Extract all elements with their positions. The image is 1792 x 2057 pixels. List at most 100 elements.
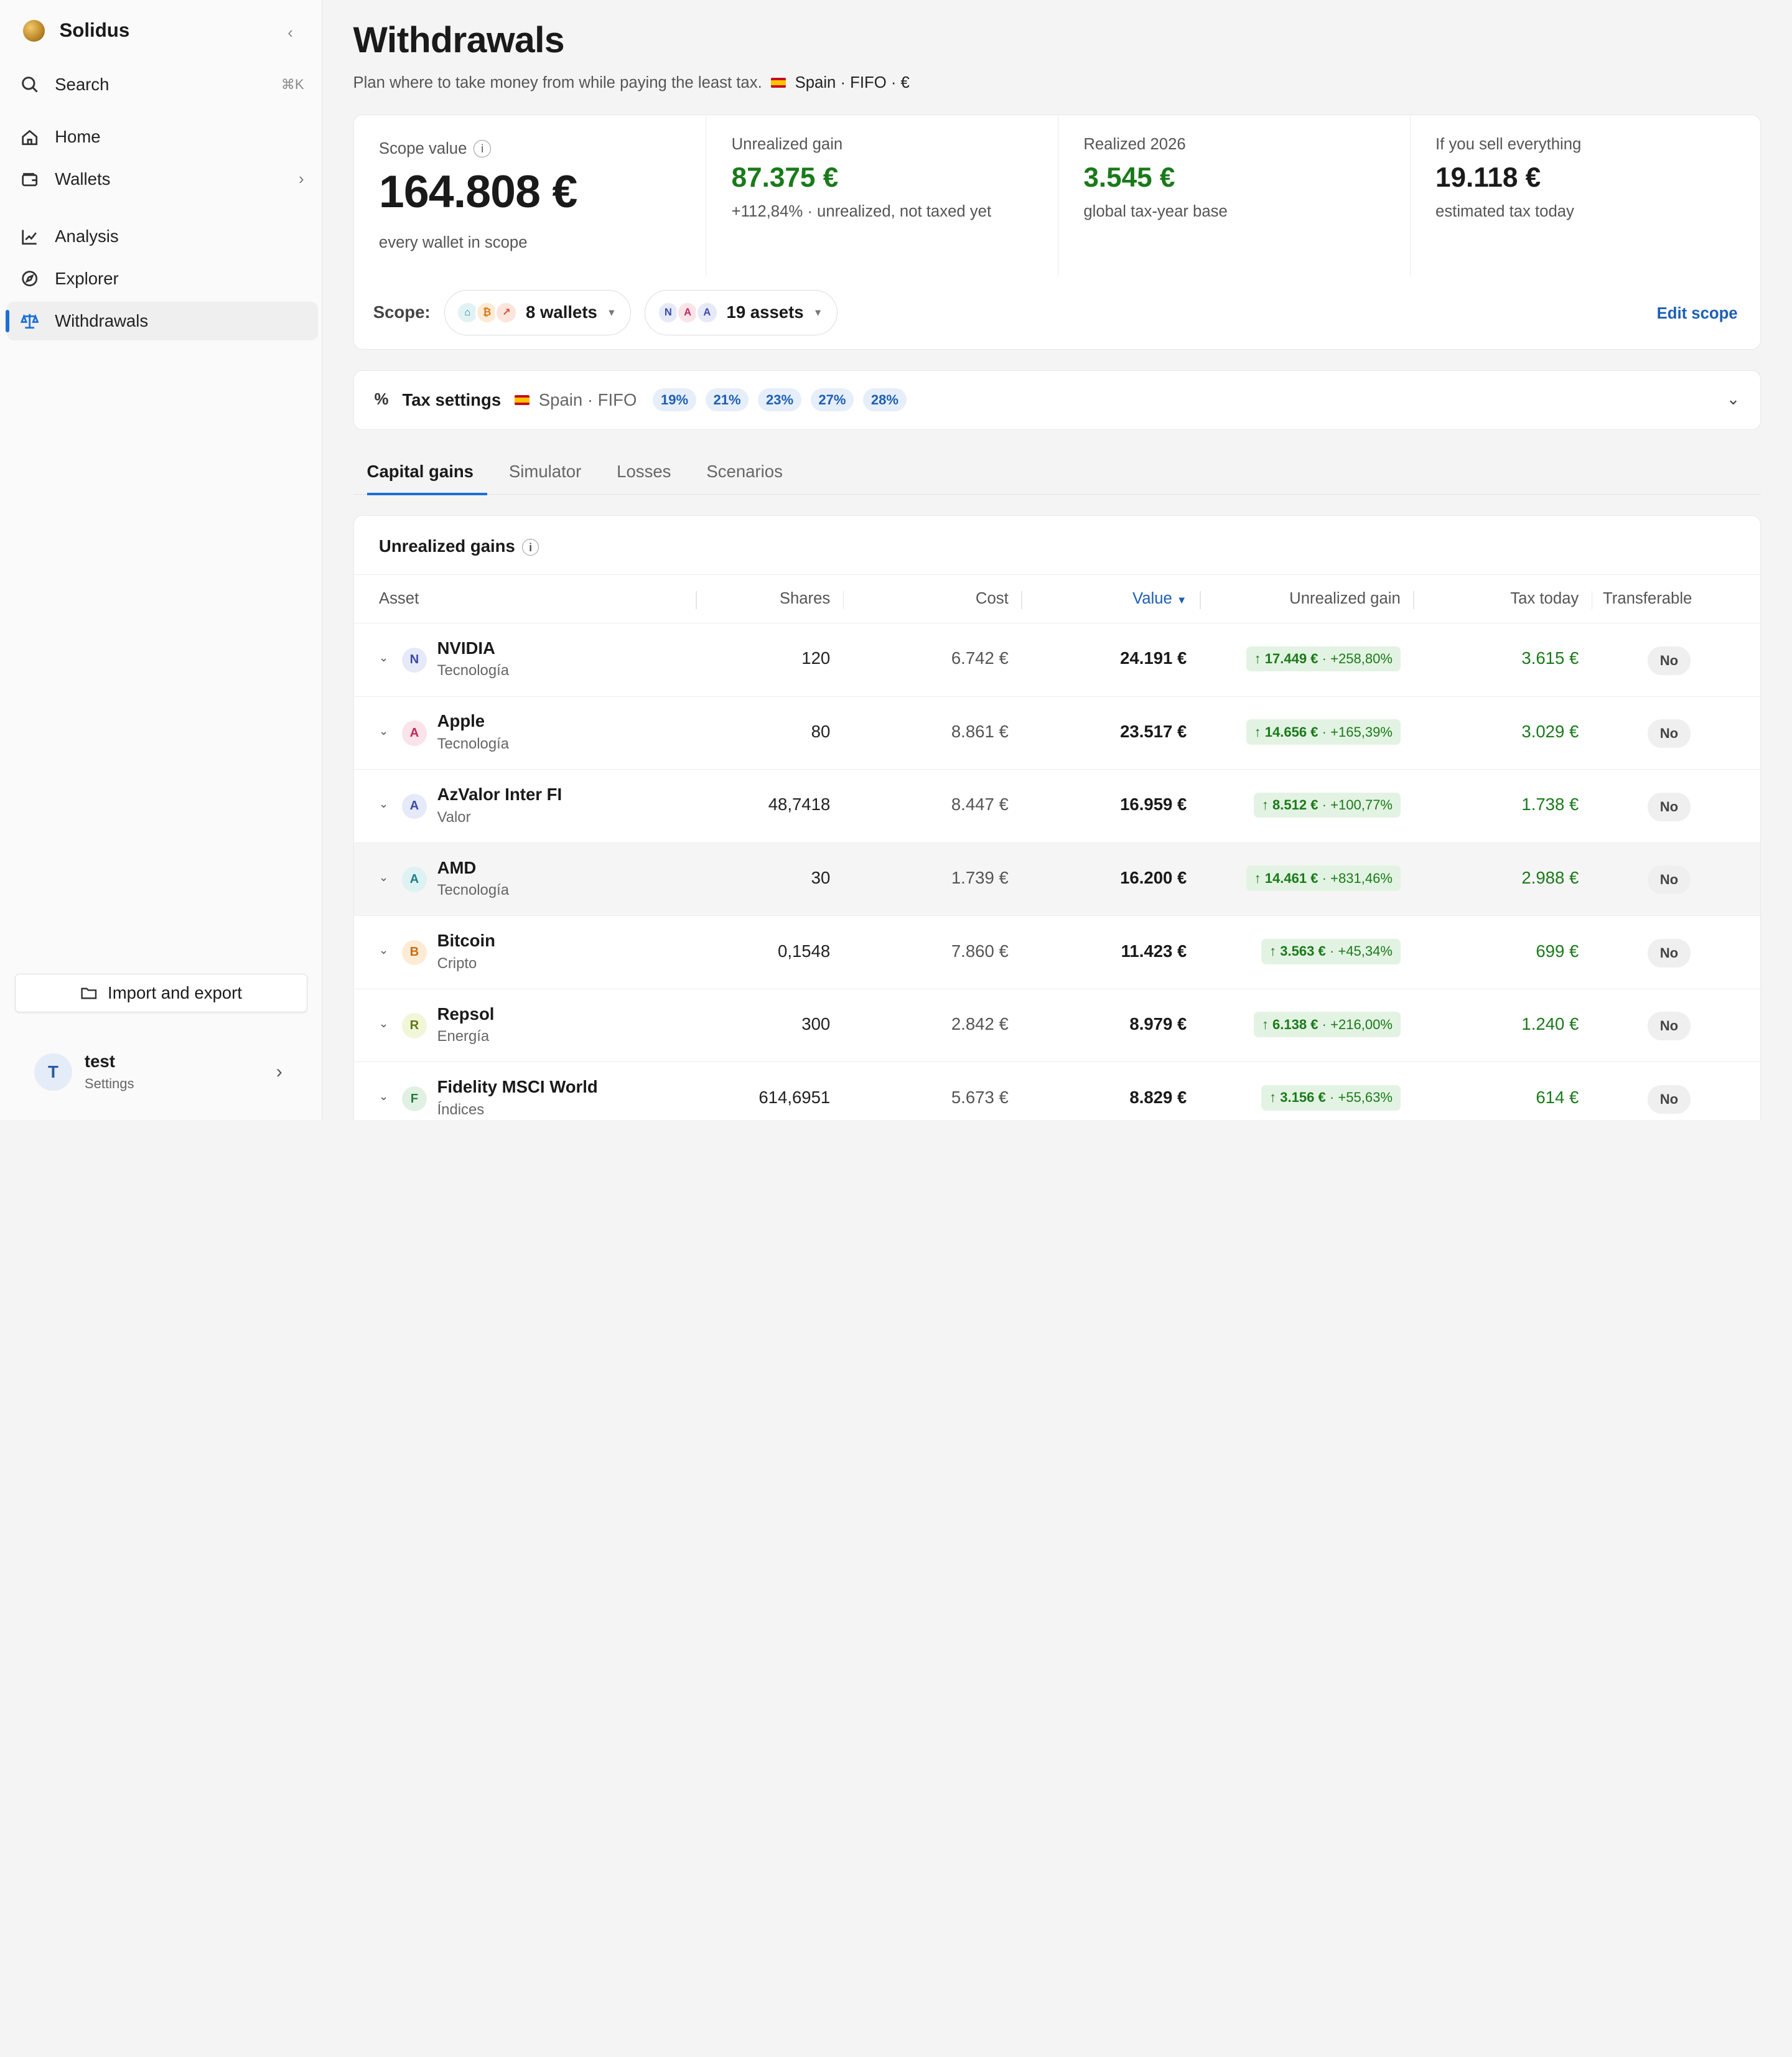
tax-rate-badge: 21% <box>705 388 749 412</box>
transferable-badge: No <box>1647 1012 1691 1041</box>
column-header-value[interactable]: Value ▼ <box>1132 590 1187 608</box>
collapse-sidebar-icon[interactable]: ‹ <box>280 23 301 44</box>
column-header-transferable[interactable]: Transferable <box>1603 590 1692 608</box>
subtitle-text: Plan where to take money from while payi… <box>353 74 762 92</box>
sell-everything-stat: If you sell everything 19.118 € estimate… <box>1409 114 1762 278</box>
cost-cell: 8.861 € <box>951 721 1009 741</box>
sidebar-item-home[interactable]: Home <box>7 118 318 156</box>
tab-scenarios[interactable]: Scenarios <box>693 448 796 494</box>
unrealized-gain-chip: ↑ 17.449 € · +258,80% <box>1246 646 1401 672</box>
unrealized-gain-chip: ↑ 6.138 € · +216,00% <box>1254 1012 1401 1038</box>
sidebar-item-explorer[interactable]: Explorer <box>7 259 318 298</box>
chevron-down-icon[interactable]: ⌄ <box>1727 390 1740 409</box>
sidebar-item-withdrawals[interactable]: Withdrawals <box>6 301 318 341</box>
sidebar-item-label: Home <box>55 127 101 147</box>
transferable-badge: No <box>1647 792 1691 821</box>
chevron-right-icon: › <box>299 170 304 188</box>
asset-badge: A <box>401 867 427 892</box>
sidebar-item-search[interactable]: Search ⌘K <box>7 65 318 104</box>
table-row[interactable]: ⌄ A AMD Tecnología 30 1.739 € 16.200 € ↑… <box>353 842 1761 917</box>
sort-desc-icon: ▼ <box>1176 594 1187 606</box>
asset-name: AMD <box>437 857 477 877</box>
info-icon[interactable]: i <box>474 140 491 158</box>
brand-logo-icon <box>22 19 45 42</box>
chevron-down-icon[interactable]: ⌄ <box>379 870 388 884</box>
asset-category: Cripto <box>437 954 477 972</box>
realized-stat: Realized 2026 3.545 € global tax-year ba… <box>1057 114 1410 278</box>
chevron-down-icon[interactable]: ⌄ <box>379 724 388 738</box>
sidebar-item-wallets[interactable]: Wallets › <box>7 160 318 198</box>
section-title: Unrealized gains i <box>379 536 539 556</box>
chevron-down-icon[interactable]: ⌄ <box>379 1017 388 1030</box>
sidebar-item-label: Search <box>55 74 110 94</box>
asset-badge: F <box>401 1086 427 1112</box>
sidebar: Solidus ‹ Search ⌘K Home Wallets › Analy… <box>0 0 322 1120</box>
unrealized-gain-chip: ↑ 8.512 € · +100,77% <box>1254 792 1401 818</box>
brand[interactable]: Solidus <box>22 19 129 42</box>
scope-row: Scope: ⌂ ₿ ↗ 8 wallets ▾ N A A 19 assets… <box>373 289 838 336</box>
asset-badge: A <box>401 721 427 746</box>
column-header-cost[interactable]: Cost <box>976 590 1009 608</box>
unrealized-gain-chip: ↑ 3.563 € · +45,34% <box>1261 938 1401 964</box>
table-row[interactable]: ⌄ F Fidelity MSCI World Índices 614,6951… <box>354 1062 1761 1120</box>
chevron-down-icon: ▾ <box>814 306 821 319</box>
value-cell: 11.423 € <box>1121 941 1187 961</box>
wallets-scope-dropdown[interactable]: ⌂ ₿ ↗ 8 wallets ▾ <box>444 289 632 336</box>
stat-label: If you sell everything <box>1435 135 1582 153</box>
table-header: Asset Shares Cost Value ▼ Unrealized gai… <box>353 574 1761 623</box>
column-header-asset[interactable]: Asset <box>379 590 419 608</box>
asset-badge: N <box>401 647 427 673</box>
value-cell: 8.829 € <box>1129 1087 1187 1107</box>
search-icon <box>22 77 38 93</box>
tab-capital-gains[interactable]: Capital gains <box>353 448 488 496</box>
sidebar-item-analysis[interactable]: Analysis <box>7 217 318 256</box>
summary-card: Scope value i 164.808 € every wallet in s… <box>353 114 1762 350</box>
tax-today-cell: 3.615 € <box>1521 648 1579 668</box>
table-row[interactable]: ⌄ A Apple Tecnología 80 8.861 € 23.517 €… <box>353 697 1761 770</box>
tab-simulator[interactable]: Simulator <box>495 448 595 494</box>
chevron-down-icon[interactable]: ⌄ <box>379 1089 388 1103</box>
page-title: Withdrawals <box>353 20 565 61</box>
folder-icon <box>81 987 97 999</box>
chevron-down-icon[interactable]: ⌄ <box>379 943 388 957</box>
cost-cell: 1.739 € <box>951 868 1009 888</box>
user-settings-row[interactable]: T test Settings › <box>15 1031 307 1113</box>
wallet-icon <box>22 172 38 186</box>
main-content: Withdrawals Plan where to take money fro… <box>322 0 1792 1120</box>
info-icon[interactable]: i <box>521 538 539 556</box>
asset-name: Bitcoin <box>437 931 495 951</box>
table-row[interactable]: ⌄ R Repsol Energía 300 2.842 € 8.979 € ↑… <box>353 989 1761 1063</box>
tab-losses[interactable]: Losses <box>603 448 684 494</box>
stat-value: 164.808 € <box>378 166 577 218</box>
unrealized-gain-chip: ↑ 3.156 € · +55,63% <box>1261 1085 1401 1111</box>
value-cell: 8.979 € <box>1129 1014 1187 1034</box>
user-name: test <box>84 1052 115 1071</box>
asset-badge: A <box>695 301 719 324</box>
shares-cell: 0,1548 <box>778 941 831 961</box>
scope-label: Scope: <box>373 302 431 322</box>
wallets-count: 8 wallets <box>525 302 597 322</box>
tax-today-cell: 1.240 € <box>1521 1014 1579 1034</box>
tax-rate-badge: 28% <box>863 388 907 412</box>
import-export-button[interactable]: Import and export <box>14 973 308 1013</box>
table-row[interactable]: ⌄ B Bitcoin Cripto 0,1548 7.860 € 11.423… <box>353 916 1761 989</box>
column-header-tax-today[interactable]: Tax today <box>1510 590 1579 608</box>
unrealized-gain-chip: ↑ 14.461 € · +831,46% <box>1246 865 1401 892</box>
table-row[interactable]: ⌄ A AzValor Inter FI Valor 48,7418 8.447… <box>353 770 1761 843</box>
asset-category: Tecnología <box>437 735 509 752</box>
column-header-unrealized-gain[interactable]: Unrealized gain <box>1289 590 1401 608</box>
asset-category: Energía <box>437 1028 490 1045</box>
chevron-down-icon[interactable]: ⌄ <box>379 797 388 811</box>
table-row[interactable]: ⌄ N NVIDIA Tecnología 120 6.742 € 24.191… <box>353 623 1761 697</box>
tax-settings-title: Tax settings <box>402 389 502 409</box>
stat-label: Unrealized gain <box>731 135 843 153</box>
asset-badge: A <box>401 793 427 819</box>
column-header-shares[interactable]: Shares <box>780 590 830 608</box>
asset-category: Índices <box>437 1101 485 1118</box>
tax-settings-bar[interactable]: % Tax settings Spain · FIFO 19% 21% 23% … <box>353 370 1762 430</box>
edit-scope-link[interactable]: Edit scope <box>1657 305 1738 323</box>
assets-scope-dropdown[interactable]: N A A 19 assets ▾ <box>645 289 838 336</box>
tax-today-cell: 1.738 € <box>1521 795 1579 814</box>
chevron-down-icon[interactable]: ⌄ <box>379 651 388 665</box>
transferable-badge: No <box>1647 1085 1691 1114</box>
